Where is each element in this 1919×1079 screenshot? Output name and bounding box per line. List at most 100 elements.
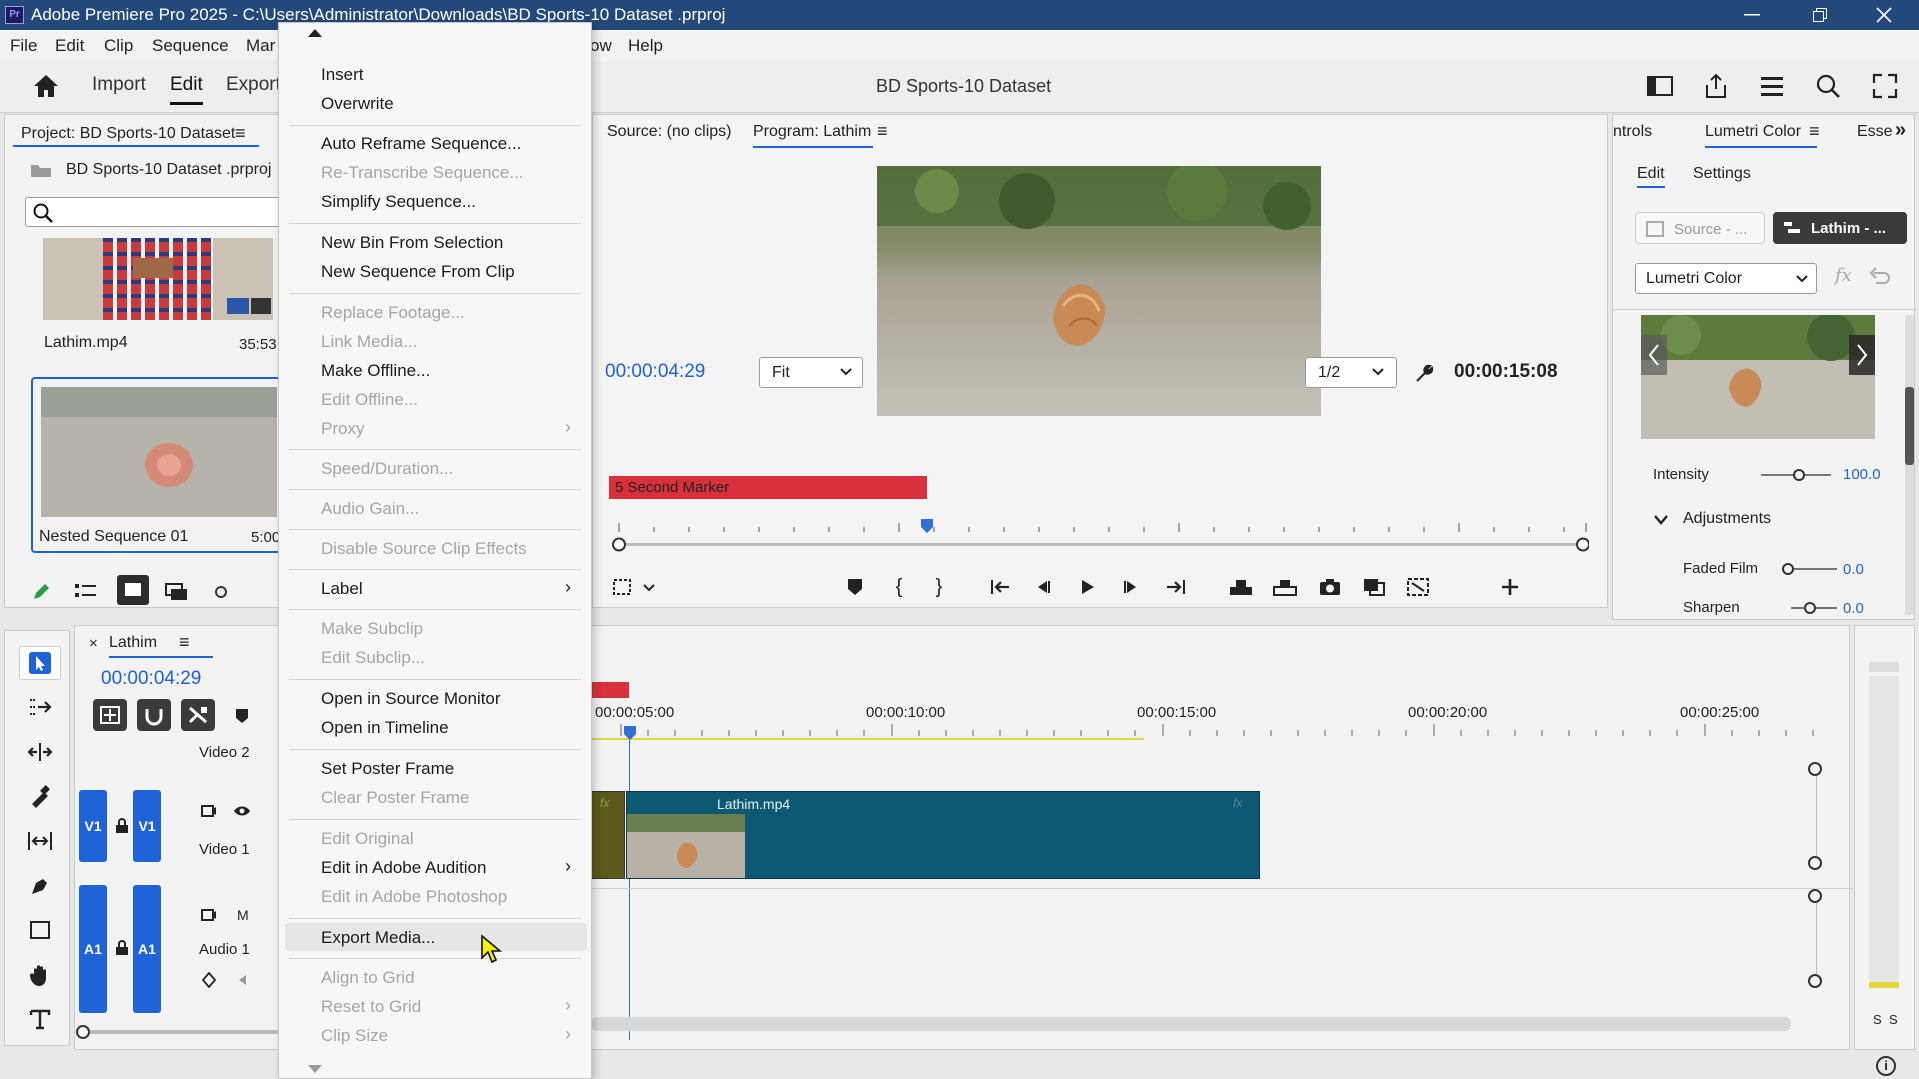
nest-sequence-icon[interactable] — [93, 699, 127, 731]
reset-icon[interactable] — [1869, 267, 1891, 287]
menu-item-overwrite[interactable]: Overwrite — [321, 94, 394, 114]
panel-scrollbar[interactable] — [1905, 315, 1914, 615]
lumetri-settings-tab[interactable]: Settings — [1693, 165, 1751, 183]
timeline-horizontal-scrollbar[interactable] — [591, 1017, 1791, 1031]
previous-keyframe-icon[interactable] — [237, 974, 247, 986]
rectangle-tool-icon[interactable] — [19, 913, 61, 947]
menu-edit[interactable]: Edit — [55, 36, 84, 56]
menu-item-proxy[interactable]: Proxy — [321, 419, 364, 439]
export-frame-icon[interactable] — [1317, 575, 1343, 599]
track-zoom-scroll[interactable] — [75, 1025, 295, 1039]
menu-item-reset-to-grid[interactable]: Reset to Grid — [321, 997, 421, 1017]
menu-item-set-poster-frame[interactable]: Set Poster Frame — [321, 759, 454, 779]
fit-dropdown[interactable]: Fit — [759, 357, 863, 388]
hand-tool-icon[interactable] — [19, 958, 61, 992]
play-icon[interactable] — [1075, 575, 1099, 599]
track-height-handle[interactable] — [1808, 889, 1822, 903]
menu-item-edit-subclip[interactable]: Edit Subclip... — [321, 648, 425, 668]
program-timecode[interactable]: 00:00:04:29 — [605, 361, 705, 383]
project-tab[interactable]: Project: BD Sports-10 Dataset ≡ — [13, 121, 259, 147]
menu-item-disable-effects[interactable]: Disable Source Clip Effects — [321, 539, 527, 559]
lift-icon[interactable] — [1227, 575, 1255, 599]
panel-menu-icon[interactable]: ≡ — [179, 632, 190, 653]
comparison-view-icon[interactable] — [1361, 575, 1387, 599]
effect-controls-tab[interactable]: ntrols — [1613, 123, 1652, 141]
scroll-up-icon[interactable] — [307, 27, 323, 39]
eye-icon[interactable] — [233, 805, 251, 817]
project-item[interactable]: Lathim.mp4 35:53 — [25, 238, 281, 368]
type-tool-icon[interactable] — [19, 1002, 61, 1036]
source-clip-button[interactable]: Source - ... — [1635, 212, 1765, 244]
sharpen-slider[interactable] — [1791, 602, 1837, 614]
timeline-clip[interactable]: Lathim.mp4 fx — [626, 791, 1260, 879]
freeform-view-icon[interactable] — [165, 582, 191, 602]
marker-bar[interactable]: 5 Second Marker — [609, 476, 927, 499]
panel-menu-icon[interactable]: ≡ — [235, 123, 246, 144]
go-to-in-icon[interactable] — [987, 575, 1013, 599]
toggle-proxies-icon[interactable] — [1405, 575, 1431, 599]
home-icon[interactable] — [32, 73, 60, 99]
search-help-icon[interactable] — [1815, 73, 1841, 99]
essential-tab[interactable]: Esse — [1857, 123, 1893, 141]
marker-icon[interactable] — [235, 708, 249, 724]
go-to-out-icon[interactable] — [1163, 575, 1189, 599]
step-back-icon[interactable] — [1031, 575, 1055, 599]
menu-item-clip-size[interactable]: Clip Size — [321, 1026, 388, 1046]
add-button-icon[interactable] — [1497, 575, 1523, 599]
razor-tool-icon[interactable] — [19, 779, 61, 813]
a1-track-target[interactable]: A1 — [133, 885, 161, 1013]
menu-item-new-bin[interactable]: New Bin From Selection — [321, 233, 503, 253]
adjustments-label[interactable]: Adjustments — [1683, 510, 1771, 528]
selection-tool-icon[interactable] — [19, 646, 61, 680]
chevron-down-icon[interactable] — [639, 575, 659, 599]
more-panels-icon[interactable]: » — [1895, 119, 1906, 142]
next-look-button[interactable] — [1849, 335, 1875, 375]
project-item-selected[interactable]: Nested Sequence 01 5:00 — [31, 377, 281, 553]
snap-icon[interactable] — [137, 699, 171, 731]
v1-track-target[interactable]: V1 — [133, 790, 161, 862]
slip-tool-icon[interactable] — [19, 824, 61, 858]
panel-menu-icon[interactable]: ≡ — [877, 121, 888, 142]
fx-icon[interactable]: fx — [1835, 265, 1852, 286]
menu-item-make-subclip[interactable]: Make Subclip — [321, 619, 423, 639]
lumetri-tab[interactable]: Lumetri Color ≡ — [1705, 121, 1820, 148]
menu-item-open-source-monitor[interactable]: Open in Source Monitor — [321, 689, 501, 709]
intensity-value[interactable]: 100.0 — [1843, 466, 1881, 483]
extract-icon[interactable] — [1271, 575, 1299, 599]
pen-tool-icon[interactable] — [19, 869, 61, 903]
keyframe-icon[interactable] — [201, 972, 217, 988]
resolution-dropdown[interactable]: 1/2 — [1305, 357, 1397, 388]
mark-out-icon[interactable]: } — [927, 575, 951, 599]
write-icon[interactable] — [31, 582, 51, 602]
menu-markers[interactable]: Mar — [246, 36, 275, 56]
share-icon[interactable] — [1703, 73, 1729, 99]
project-search-input[interactable] — [25, 197, 281, 227]
edit-tab[interactable]: Edit — [170, 74, 203, 105]
menu-help[interactable]: Help — [628, 36, 663, 56]
track-height-handle[interactable] — [1808, 974, 1822, 988]
menu-item-replace-footage[interactable]: Replace Footage... — [321, 303, 465, 323]
menu-item-simplify-sequence[interactable]: Simplify Sequence... — [321, 192, 476, 212]
menu-item-insert[interactable]: Insert — [321, 65, 364, 85]
sequence-tab[interactable]: Lathim ≡ — [109, 632, 213, 658]
track-height-handle[interactable] — [1808, 762, 1822, 776]
safe-margins-icon[interactable] — [609, 575, 635, 599]
menu-item-export-media[interactable]: Export Media... — [321, 928, 435, 948]
faded-film-value[interactable]: 0.0 — [1843, 561, 1864, 578]
menu-item-open-timeline[interactable]: Open in Timeline — [321, 718, 449, 738]
sequence-clip-button[interactable]: Lathim - ... — [1773, 212, 1907, 244]
info-icon[interactable]: i — [1876, 1056, 1896, 1076]
solo-left-button[interactable]: S — [1873, 1012, 1882, 1027]
track-height-handle[interactable] — [1808, 856, 1822, 870]
a1-source-patch[interactable]: A1 — [79, 885, 107, 1013]
chevron-down-icon[interactable] — [1653, 513, 1669, 527]
v1-source-patch[interactable]: V1 — [79, 790, 107, 862]
mark-in-icon[interactable]: { — [887, 575, 911, 599]
track-select-tool-icon[interactable] — [19, 690, 61, 724]
menu-item-edit-original[interactable]: Edit Original — [321, 829, 414, 849]
workspace-panel-icon[interactable] — [1647, 75, 1673, 97]
menu-item-speed-duration[interactable]: Speed/Duration... — [321, 459, 453, 479]
faded-film-slider[interactable] — [1782, 563, 1837, 575]
lumetri-edit-tab[interactable]: Edit — [1637, 165, 1665, 188]
nested-clip-segment[interactable]: fx — [591, 791, 625, 879]
